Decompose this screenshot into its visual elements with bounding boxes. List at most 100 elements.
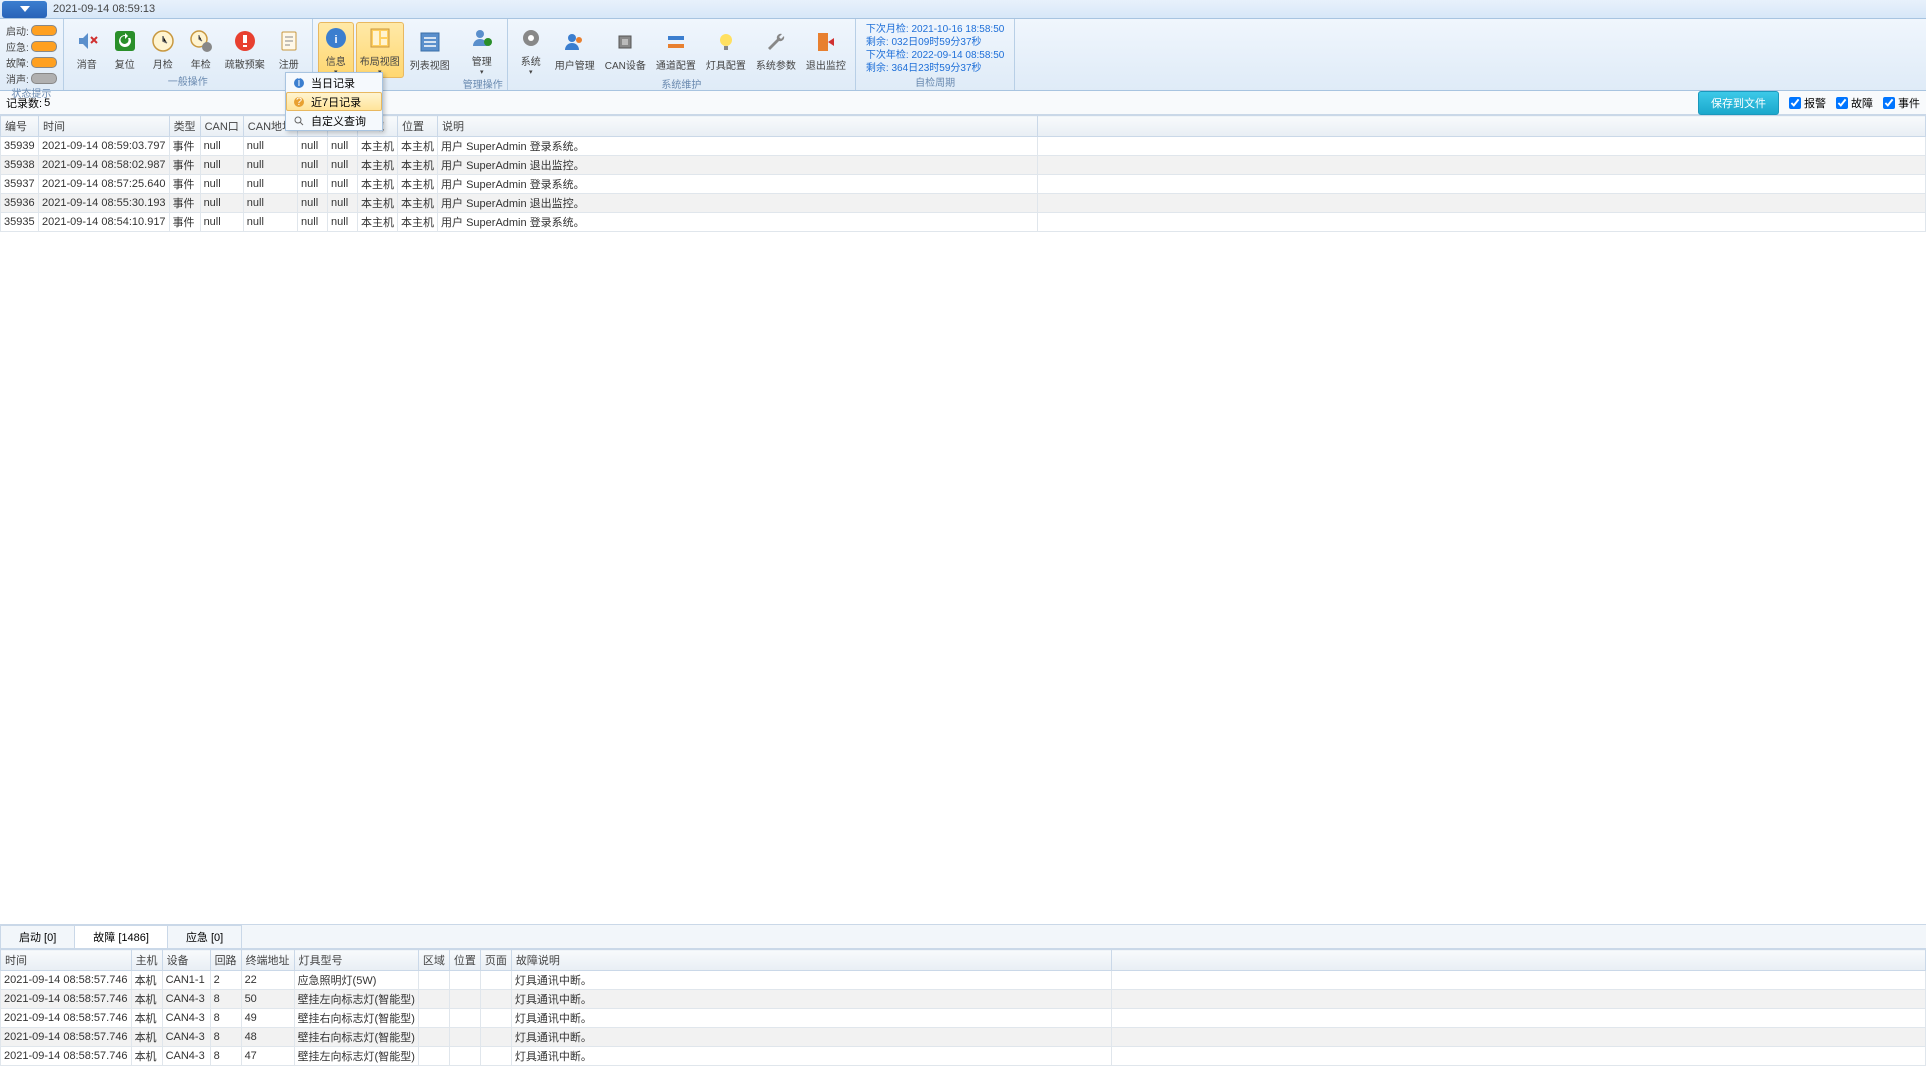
dropdown-custom[interactable]: 自定义查询 bbox=[286, 111, 382, 130]
table-row[interactable]: 359362021-09-14 08:55:30.193事件nullnullnu… bbox=[1, 194, 1926, 213]
svg-text:i: i bbox=[298, 77, 300, 89]
column-header[interactable]: 主机 bbox=[131, 950, 162, 971]
ribbon-group-label: 管理操作 bbox=[463, 79, 503, 93]
column-header[interactable]: 类型 bbox=[169, 116, 200, 137]
svg-text:i: i bbox=[334, 34, 337, 46]
dropdown-last7[interactable]: ?近7日记录 bbox=[286, 92, 382, 111]
tab-startup[interactable]: 启动 [0] bbox=[0, 925, 75, 948]
checkbox-fault[interactable]: 故障 bbox=[1836, 95, 1873, 111]
candev-button[interactable]: CAN设备 bbox=[601, 22, 650, 78]
ribbon-group-label: 一般操作 bbox=[68, 76, 308, 90]
info-icon: i bbox=[322, 24, 350, 52]
status-mute: 消声: bbox=[6, 71, 57, 86]
clock-gear-icon bbox=[187, 27, 215, 55]
main-grid[interactable]: 编号时间类型CAN口CAN地址区域位置说明 359392021-09-14 08… bbox=[0, 115, 1926, 925]
table-row[interactable]: 2021-09-14 08:58:57.746本机CAN1-1222应急照明灯(… bbox=[1, 971, 1926, 990]
speaker-mute-icon bbox=[73, 27, 101, 55]
mute-button[interactable]: 消音 bbox=[69, 22, 105, 75]
save-to-file-button[interactable]: 保存到文件 bbox=[1698, 91, 1779, 115]
column-header[interactable]: 灯具型号 bbox=[294, 950, 418, 971]
table-row[interactable]: 2021-09-14 08:58:57.746本机CAN4-3849壁挂右向标志… bbox=[1, 1009, 1926, 1028]
reset-button[interactable]: 复位 bbox=[107, 22, 143, 75]
wrench-icon bbox=[762, 28, 790, 56]
tab-emergency[interactable]: 应急 [0] bbox=[167, 925, 242, 948]
document-icon bbox=[275, 27, 303, 55]
ribbon-group-selfcheck: 下次月检: 2021-10-16 18:58:50 剩余: 032日09时59分… bbox=[856, 19, 1015, 90]
table-row[interactable]: 2021-09-14 08:58:57.746本机CAN4-3847壁挂左向标志… bbox=[1, 1047, 1926, 1066]
reset-icon bbox=[111, 27, 139, 55]
evac-icon bbox=[231, 27, 259, 55]
ribbon-group-general: 消音 复位 月检 年检 疏散预案 注册 一般操作 bbox=[64, 19, 313, 90]
column-header[interactable]: 位置 bbox=[449, 950, 480, 971]
info-dropdown: i当日记录 ?近7日记录 自定义查询 bbox=[285, 72, 383, 131]
bottom-grid[interactable]: 时间主机设备回路终端地址灯具型号区域位置页面故障说明 2021-09-14 08… bbox=[0, 949, 1926, 1084]
checkbox-alarm[interactable]: 报警 bbox=[1789, 95, 1826, 111]
manage-button[interactable]: 管理▾ bbox=[464, 22, 500, 78]
column-header[interactable]: 区域 bbox=[418, 950, 449, 971]
status-fault: 故障: bbox=[6, 55, 57, 70]
system-button[interactable]: 系统▾ bbox=[513, 22, 549, 78]
app-menu-button[interactable] bbox=[2, 1, 47, 18]
selfcheck-line: 下次年检: 2022-09-14 08:58:50 bbox=[866, 49, 1004, 62]
info-button[interactable]: i信息▾ bbox=[318, 22, 354, 78]
column-header[interactable]: 回路 bbox=[210, 950, 241, 971]
column-header[interactable]: 说明 bbox=[438, 116, 1038, 137]
lampcfg-button[interactable]: 灯具配置 bbox=[702, 22, 750, 78]
table-row[interactable]: 2021-09-14 08:58:57.746本机CAN4-3848壁挂右向标志… bbox=[1, 1028, 1926, 1047]
table-row[interactable]: 359352021-09-14 08:54:10.917事件nullnullnu… bbox=[1, 213, 1926, 232]
clock-icon bbox=[149, 27, 177, 55]
column-header[interactable]: 页面 bbox=[480, 950, 511, 971]
register-button[interactable]: 注册 bbox=[271, 22, 307, 75]
status-startup: 启动: bbox=[6, 23, 57, 38]
title-bar: 2021-09-14 08:59:13 bbox=[0, 0, 1926, 19]
dropdown-today[interactable]: i当日记录 bbox=[286, 73, 382, 92]
checkbox-event[interactable]: 事件 bbox=[1883, 95, 1920, 111]
usermgr-button[interactable]: 用户管理 bbox=[551, 22, 599, 78]
list-icon bbox=[416, 28, 444, 56]
search-small-icon bbox=[291, 113, 307, 129]
column-header[interactable]: 时间 bbox=[1, 950, 132, 971]
channel-icon bbox=[662, 28, 690, 56]
column-header[interactable]: 故障说明 bbox=[511, 950, 1111, 971]
recordcount-value: 5 bbox=[44, 97, 50, 109]
chancfg-button[interactable]: 通道配置 bbox=[652, 22, 700, 78]
datetime-display: 2021-09-14 08:59:13 bbox=[53, 3, 155, 15]
lamp-icon bbox=[712, 28, 740, 56]
exitmon-button[interactable]: 退出监控 bbox=[802, 22, 850, 78]
selfcheck-line: 剩余: 032日09时59分37秒 bbox=[866, 36, 1004, 49]
table-row[interactable]: 2021-09-14 08:58:57.746本机CAN4-3850壁挂左向标志… bbox=[1, 990, 1926, 1009]
ribbon-group-label: 系统维护 bbox=[512, 79, 851, 93]
user-manage-icon bbox=[468, 24, 496, 52]
table-row[interactable]: 359372021-09-14 08:57:25.640事件nullnullnu… bbox=[1, 175, 1926, 194]
gear-icon bbox=[517, 24, 545, 52]
ribbon-group-status: 启动: 应急: 故障: 消声: 状态提示 bbox=[0, 19, 64, 90]
monthcheck-button[interactable]: 月检 bbox=[145, 22, 181, 75]
column-header[interactable]: 终端地址 bbox=[241, 950, 294, 971]
evacplan-button[interactable]: 疏散预案 bbox=[221, 22, 269, 75]
sysparam-button[interactable]: 系统参数 bbox=[752, 22, 800, 78]
ribbon-group-label: 自检周期 bbox=[860, 77, 1010, 91]
column-header[interactable]: 位置 bbox=[398, 116, 438, 137]
yearcheck-button[interactable]: 年检 bbox=[183, 22, 219, 75]
exit-icon bbox=[812, 28, 840, 56]
bottom-tabs: 启动 [0] 故障 [1486] 应急 [0] bbox=[0, 925, 1926, 949]
ribbon-group-system: 系统▾ 用户管理 CAN设备 通道配置 灯具配置 系统参数 退出监控 系统维护 bbox=[508, 19, 856, 90]
column-header[interactable]: CAN口 bbox=[200, 116, 243, 137]
table-row[interactable]: 359382021-09-14 08:58:02.987事件nullnullnu… bbox=[1, 156, 1926, 175]
column-header[interactable]: 时间 bbox=[39, 116, 170, 137]
question-icon: ? bbox=[291, 94, 307, 110]
layout-icon bbox=[366, 24, 394, 52]
status-emergency: 应急: bbox=[6, 39, 57, 54]
ribbon-group-manage: 管理▾ 管理操作 bbox=[459, 19, 508, 90]
selfcheck-line: 下次月检: 2021-10-16 18:58:50 bbox=[866, 23, 1004, 36]
layoutview-button[interactable]: 布局视图▾ bbox=[356, 22, 404, 78]
table-row[interactable]: 359392021-09-14 08:59:03.797事件nullnullnu… bbox=[1, 137, 1926, 156]
chip-icon bbox=[611, 28, 639, 56]
recordcount-label: 记录数: bbox=[6, 95, 42, 111]
tab-fault[interactable]: 故障 [1486] bbox=[74, 925, 168, 948]
listview-button[interactable]: 列表视图 bbox=[406, 22, 454, 78]
column-header[interactable]: 编号 bbox=[1, 116, 39, 137]
users-icon bbox=[561, 28, 589, 56]
column-header[interactable]: 设备 bbox=[162, 950, 210, 971]
svg-text:?: ? bbox=[296, 96, 302, 108]
